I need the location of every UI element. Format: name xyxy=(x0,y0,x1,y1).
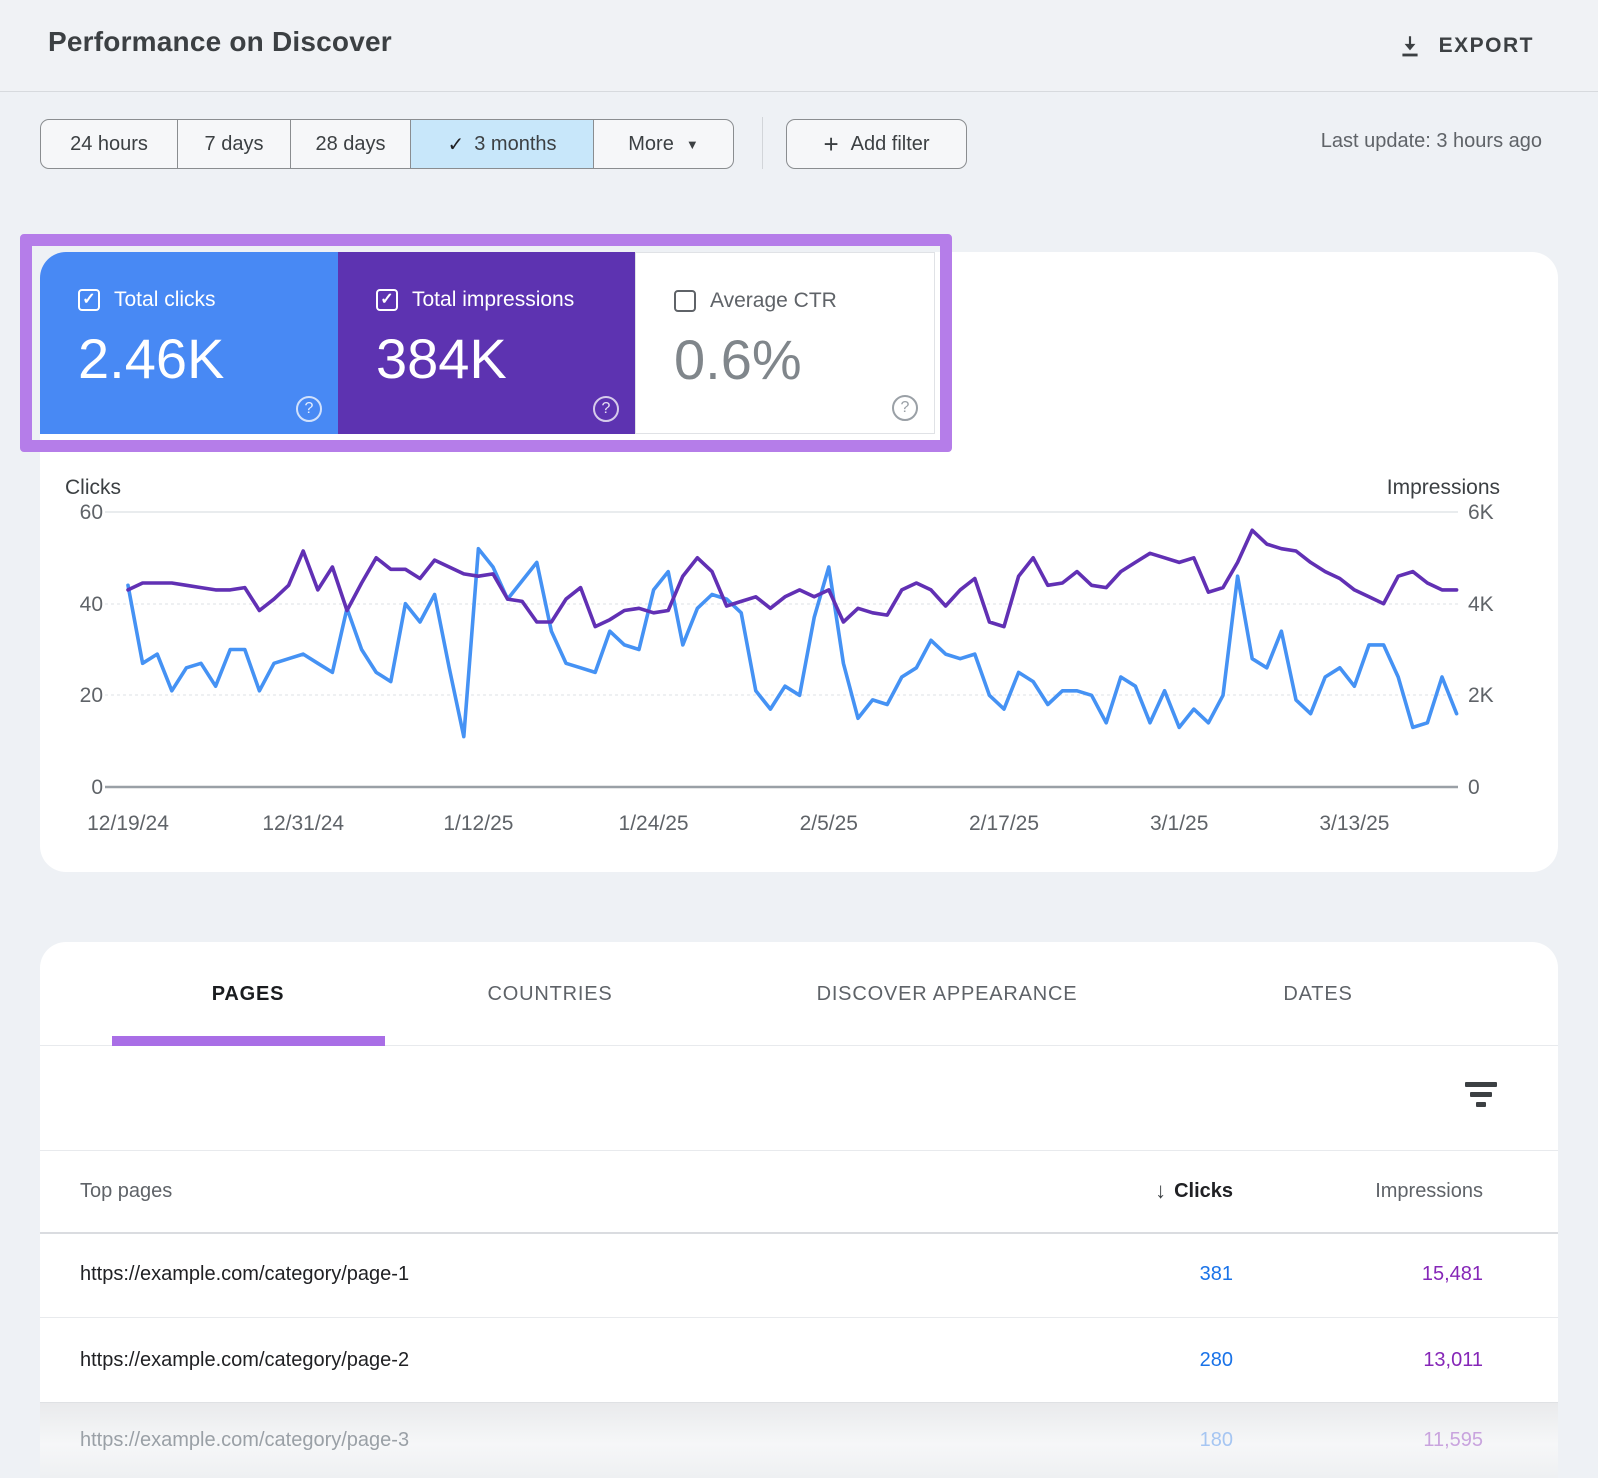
svg-text:4K: 4K xyxy=(1468,593,1494,616)
filter-toolbar: 24 hours 7 days 28 days ✓ 3 months More … xyxy=(0,92,1598,202)
check-icon: ✓ xyxy=(447,133,465,156)
table-row[interactable]: https://example.com/category/page-1 381 … xyxy=(40,1232,1558,1317)
add-filter-label: Add filter xyxy=(850,132,930,155)
svg-text:60: 60 xyxy=(80,501,103,524)
clicks-value: 280 xyxy=(1199,1348,1233,1371)
clicks-column-label: Clicks xyxy=(1174,1179,1233,1202)
impressions-value: 13,011 xyxy=(1423,1348,1483,1371)
range-3-months-label: 3 months xyxy=(474,132,557,155)
tab-countries[interactable]: COUNTRIES xyxy=(488,942,613,1046)
download-icon xyxy=(1402,36,1418,57)
range-28-days-label: 28 days xyxy=(315,132,386,155)
performance-chart-panel: ✓ Total clicks 2.46K ? ✓ Total impressio… xyxy=(40,252,1558,872)
range-more-label: More xyxy=(628,132,674,155)
last-update-text: Last update: 3 hours ago xyxy=(1320,130,1542,152)
clicks-value: 381 xyxy=(1199,1263,1233,1285)
impressions-value: 15,481 xyxy=(1421,1263,1483,1285)
svg-text:12/19/24: 12/19/24 xyxy=(87,812,169,835)
impressions-column-header[interactable]: Impressions xyxy=(1375,1150,1483,1232)
tab-discover-appearance[interactable]: DISCOVER APPEARANCE xyxy=(817,942,1078,1046)
range-24-hours-label: 24 hours xyxy=(70,132,148,155)
table-row[interactable]: https://example.com/category/page-2 280 … xyxy=(40,1317,1558,1402)
svg-text:2K: 2K xyxy=(1468,684,1494,707)
date-range-control: 24 hours 7 days 28 days ✓ 3 months More … xyxy=(40,119,734,169)
page-header: Performance on Discover EXPORT xyxy=(0,0,1598,92)
toolbar-divider xyxy=(762,117,763,169)
svg-text:1/12/25: 1/12/25 xyxy=(443,812,513,835)
svg-text:Impressions: Impressions xyxy=(1387,476,1500,499)
active-tab-underline xyxy=(112,1036,385,1046)
impressions-value: 11,595 xyxy=(1423,1429,1483,1451)
svg-text:2/17/25: 2/17/25 xyxy=(969,812,1039,835)
filter-icon[interactable] xyxy=(1464,1080,1498,1110)
tab-dates[interactable]: DATES xyxy=(1283,942,1352,1046)
range-3-months[interactable]: ✓ 3 months xyxy=(411,120,594,168)
svg-text:1/24/25: 1/24/25 xyxy=(619,812,689,835)
dimensions-table-panel: PAGES COUNTRIES DISCOVER APPEARANCE DATE… xyxy=(40,942,1558,1478)
table-tabs: PAGES COUNTRIES DISCOVER APPEARANCE DATE… xyxy=(40,942,1558,1046)
sort-descending-icon: ↓ xyxy=(1155,1178,1167,1203)
table-filter-row xyxy=(40,1046,1558,1150)
page-url[interactable]: https://example.com/category/page-2 xyxy=(80,1318,409,1402)
svg-text:Clicks: Clicks xyxy=(65,476,121,499)
page-url[interactable]: https://example.com/category/page-1 xyxy=(80,1232,409,1317)
page-title: Performance on Discover xyxy=(48,26,392,57)
table-row-faded[interactable]: https://example.com/category/page-3 180 … xyxy=(40,1402,1558,1478)
svg-text:3/13/25: 3/13/25 xyxy=(1319,812,1389,835)
tab-pages[interactable]: PAGES xyxy=(212,942,285,1046)
add-filter-button[interactable]: + Add filter xyxy=(786,119,967,169)
svg-text:12/31/24: 12/31/24 xyxy=(262,812,344,835)
svg-text:3/1/25: 3/1/25 xyxy=(1150,812,1208,835)
export-button[interactable]: EXPORT xyxy=(1397,26,1534,66)
svg-text:0: 0 xyxy=(91,776,103,799)
range-more-menu[interactable]: More ▼ xyxy=(594,120,733,168)
svg-text:6K: 6K xyxy=(1468,501,1494,524)
chevron-down-icon: ▼ xyxy=(685,136,699,152)
clicks-value: 180 xyxy=(1199,1429,1233,1451)
svg-text:2/5/25: 2/5/25 xyxy=(800,812,858,835)
page-url[interactable]: https://example.com/category/page-3 xyxy=(80,1403,409,1478)
top-pages-column-header: Top pages xyxy=(80,1179,173,1202)
plus-icon: + xyxy=(823,129,839,159)
svg-text:0: 0 xyxy=(1468,776,1480,799)
range-7-days-label: 7 days xyxy=(204,132,264,155)
range-24-hours[interactable]: 24 hours xyxy=(41,120,178,168)
performance-line-chart[interactable]: 60 40 20 0 6K 4K 2K 0 Clicks Impressions 12/19/24 1… xyxy=(40,252,1558,872)
svg-text:20: 20 xyxy=(80,684,103,707)
table-header-row: Top pages ↓ Clicks Impressions xyxy=(40,1150,1558,1232)
range-28-days[interactable]: 28 days xyxy=(291,120,411,168)
export-label: EXPORT xyxy=(1438,34,1534,57)
clicks-column-header[interactable]: ↓ Clicks xyxy=(1155,1150,1233,1232)
range-7-days[interactable]: 7 days xyxy=(178,120,291,168)
svg-text:40: 40 xyxy=(80,593,103,616)
